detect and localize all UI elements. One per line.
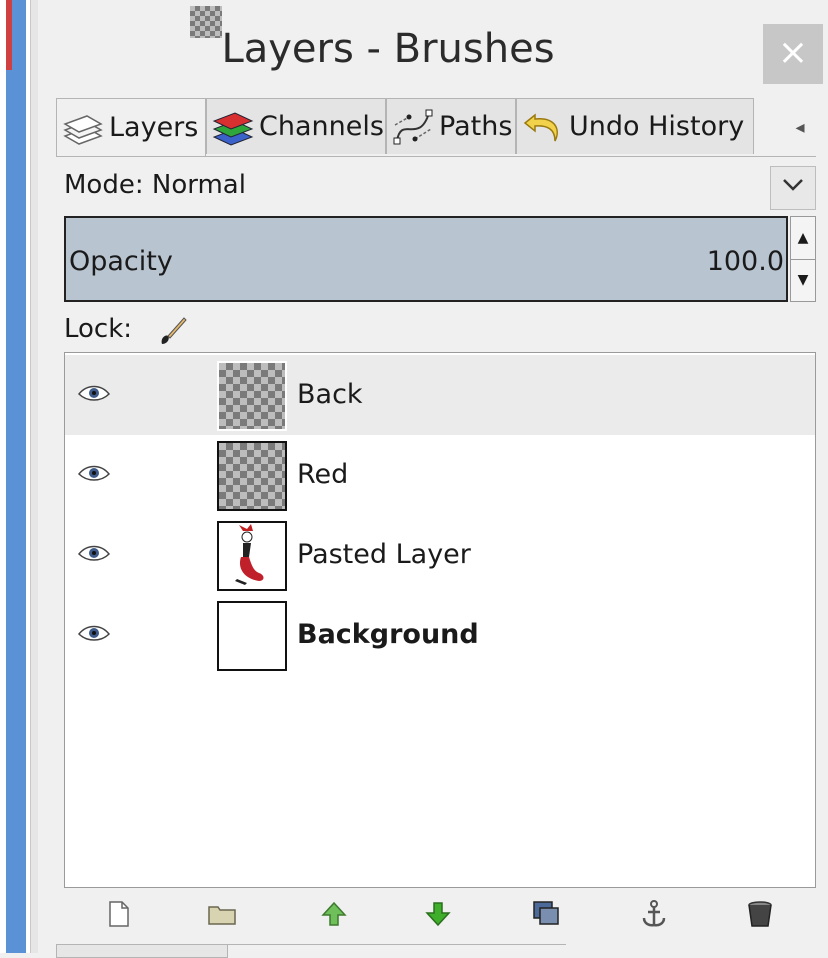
mode-dropdown-button[interactable] [770,166,816,210]
layer-row-back[interactable]: Back [65,355,815,435]
new-layer-icon[interactable] [102,898,134,930]
layer-thumbnail[interactable] [217,601,287,671]
visibility-eye-icon[interactable] [77,459,111,489]
figure-thumbnail-image [235,524,264,585]
layer-name[interactable]: Pasted Layer [297,539,471,570]
layer-row-red[interactable]: Red [65,435,815,515]
layer-name[interactable]: Back [297,379,363,410]
window-title: Layers - Brushes [221,26,555,72]
tab-paths[interactable]: Paths [386,98,516,154]
layers-toolbar [64,892,816,936]
layer-thumbnail[interactable] [217,441,287,511]
channels-icon [212,111,254,146]
visibility-eye-icon[interactable] [77,539,111,569]
layer-row-background[interactable]: Background [65,595,815,675]
layer-name[interactable]: Red [297,459,348,490]
anchor-layer-icon[interactable] [638,898,670,930]
visibility-eye-icon[interactable] [77,619,111,649]
layer-thumbnail[interactable] [217,521,287,591]
title-bar[interactable]: Layers - Brushes × [38,0,828,100]
tab-layers[interactable]: Layers [56,98,206,156]
close-button[interactable]: × [763,24,823,84]
opacity-label: Opacity [69,246,173,277]
opacity-spin-button[interactable]: ▲ ▼ [790,216,816,302]
tab-layers-label: Layers [109,112,199,143]
lock-label: Lock: [64,314,133,344]
background-window-blue-bar [6,0,26,953]
duplicate-layer-icon[interactable] [530,898,562,930]
layer-thumbnail[interactable] [217,361,287,431]
lock-alpha-icon[interactable] [190,6,222,38]
tab-channels[interactable]: Channels [206,98,386,154]
background-window-red-mark [6,0,12,70]
divider [226,944,566,945]
tab-undo-history-label: Undo History [569,111,745,142]
layer-name[interactable]: Background [297,619,479,650]
tab-channels-label: Channels [259,111,384,142]
secondary-dock-tab[interactable] [56,944,228,958]
spin-down-icon[interactable]: ▼ [791,259,815,301]
dock-tabs: Layers Channels Paths Undo History ◂ [56,98,816,157]
layers-icon [63,114,103,145]
new-layer-group-icon[interactable] [206,898,238,930]
lower-layer-icon[interactable] [422,898,454,930]
tab-menu-arrow-icon[interactable]: ◂ [786,114,814,142]
spin-up-icon[interactable]: ▲ [791,217,815,260]
paths-icon [393,109,433,144]
chevron-down-icon [783,179,803,191]
lock-pixels-icon[interactable] [156,314,190,348]
background-window-edge [0,0,39,953]
layers-dock-window: Layers - Brushes × Layers Channels Paths… [38,0,828,958]
layer-row-pasted-layer[interactable]: Pasted Layer [65,515,815,595]
opacity-slider[interactable]: Opacity 100.0 [64,216,788,302]
tab-paths-label: Paths [439,111,513,142]
delete-layer-icon[interactable] [744,898,776,930]
mode-label: Mode: Normal [64,170,246,200]
raise-layer-icon[interactable] [318,898,350,930]
undo-history-icon [523,112,558,141]
opacity-value: 100.0 [706,246,784,277]
layers-list: Back Red Pasted Layer Background [64,352,816,888]
tab-undo-history[interactable]: Undo History [516,98,754,154]
visibility-eye-icon[interactable] [77,379,111,409]
